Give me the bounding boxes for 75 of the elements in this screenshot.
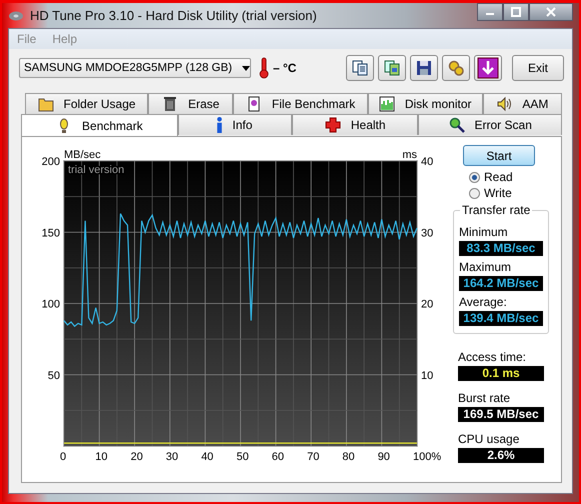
y2-tick-label: 20 xyxy=(421,298,434,310)
radio-button[interactable] xyxy=(469,188,480,198)
x-tick-label: 20 xyxy=(130,451,143,463)
y-tick-label: 50 xyxy=(48,370,60,382)
save-button[interactable] xyxy=(410,55,438,81)
stat-label: Maximum xyxy=(459,260,512,274)
start-button[interactable]: Start xyxy=(463,145,535,166)
radio-button[interactable] xyxy=(469,172,480,182)
tab[interactable]: Info xyxy=(178,114,292,135)
x-tick-label: 100% xyxy=(413,451,442,463)
tab[interactable]: Error Scan xyxy=(418,114,562,135)
caret-icon xyxy=(242,66,250,70)
maximize-button[interactable] xyxy=(503,3,529,21)
tab[interactable]: Erase xyxy=(148,93,234,114)
exit-button[interactable]: Exit xyxy=(512,55,564,81)
stat-label: Minimum xyxy=(459,225,509,239)
copy-all-button[interactable] xyxy=(378,55,406,81)
stat-value: 0.1 ms xyxy=(482,366,520,380)
options-button[interactable] xyxy=(442,55,470,81)
group-title: Transfer rate xyxy=(460,203,532,217)
y2-tick-label: 40 xyxy=(421,156,434,168)
stat-value: 169.5 MB/sec xyxy=(463,407,539,421)
folder-icon xyxy=(38,96,54,112)
radio-label: Write xyxy=(484,186,512,200)
stat-value: 2.6% xyxy=(487,448,515,462)
x-tick-label: 60 xyxy=(272,451,284,463)
copy-image-icon xyxy=(383,59,401,77)
stat-label: Access time: xyxy=(458,350,528,364)
x-tick-label: 70 xyxy=(307,451,320,463)
minimize-button[interactable] xyxy=(477,3,503,21)
stat-label: Burst rate xyxy=(458,391,512,405)
close-icon xyxy=(545,7,557,17)
close-button[interactable] xyxy=(529,3,573,21)
y2-tick-label: 30 xyxy=(421,227,434,240)
x-tick-label: 50 xyxy=(236,451,249,463)
y2-tick-label: 10 xyxy=(421,370,434,382)
radio-label: Read xyxy=(484,170,513,184)
trash-icon xyxy=(162,96,178,112)
stat-value: 164.2 MB/sec xyxy=(463,276,539,290)
bar-chart-icon xyxy=(378,96,395,112)
magnifier-icon xyxy=(448,117,465,133)
x-tick-label: 10 xyxy=(95,451,108,463)
cross-icon xyxy=(324,117,341,133)
tab[interactable]: Health xyxy=(292,114,418,135)
tab[interactable]: AAM xyxy=(482,93,562,114)
temperature: – °C xyxy=(273,61,296,75)
x-tick-label: 30 xyxy=(166,451,178,463)
tab[interactable]: Folder Usage xyxy=(25,93,148,114)
x-tick-label: 0 xyxy=(60,451,66,463)
copy-icon xyxy=(351,59,369,77)
tab[interactable]: Disk monitor xyxy=(368,93,483,114)
tab[interactable]: File Benchmark xyxy=(233,93,368,114)
maximize-icon xyxy=(510,7,522,17)
y-axis-label: MB/sec xyxy=(64,149,101,161)
stat-label: CPU usage xyxy=(458,432,520,446)
tab[interactable]: Benchmark xyxy=(21,114,178,136)
stat-label: Average: xyxy=(459,295,508,309)
thermometer-icon xyxy=(259,57,269,79)
info-icon xyxy=(217,117,222,133)
stat-value: 139.4 MB/sec xyxy=(463,311,539,325)
app-icon xyxy=(8,10,24,22)
stat-value: 83.3 MB/sec xyxy=(466,241,536,255)
x-tick-label: 40 xyxy=(201,451,214,463)
file-icon xyxy=(246,96,262,112)
x-tick-label: 90 xyxy=(378,451,390,463)
copy-button[interactable] xyxy=(346,55,374,81)
speaker-icon xyxy=(496,96,512,112)
y-tick-label: 200 xyxy=(42,156,60,168)
download-button[interactable] xyxy=(474,55,502,81)
drive-dropdown[interactable]: SAMSUNG MMDOE28G5MPP (128 GB) xyxy=(19,58,251,78)
y2-axis-label: ms xyxy=(402,149,417,161)
x-tick-label: 80 xyxy=(342,451,355,463)
window-title: HD Tune Pro 3.10 - Hard Disk Utility (trial version) xyxy=(30,8,317,23)
y-tick-label: 150 xyxy=(42,227,60,240)
y-tick-label: 100 xyxy=(42,298,60,310)
